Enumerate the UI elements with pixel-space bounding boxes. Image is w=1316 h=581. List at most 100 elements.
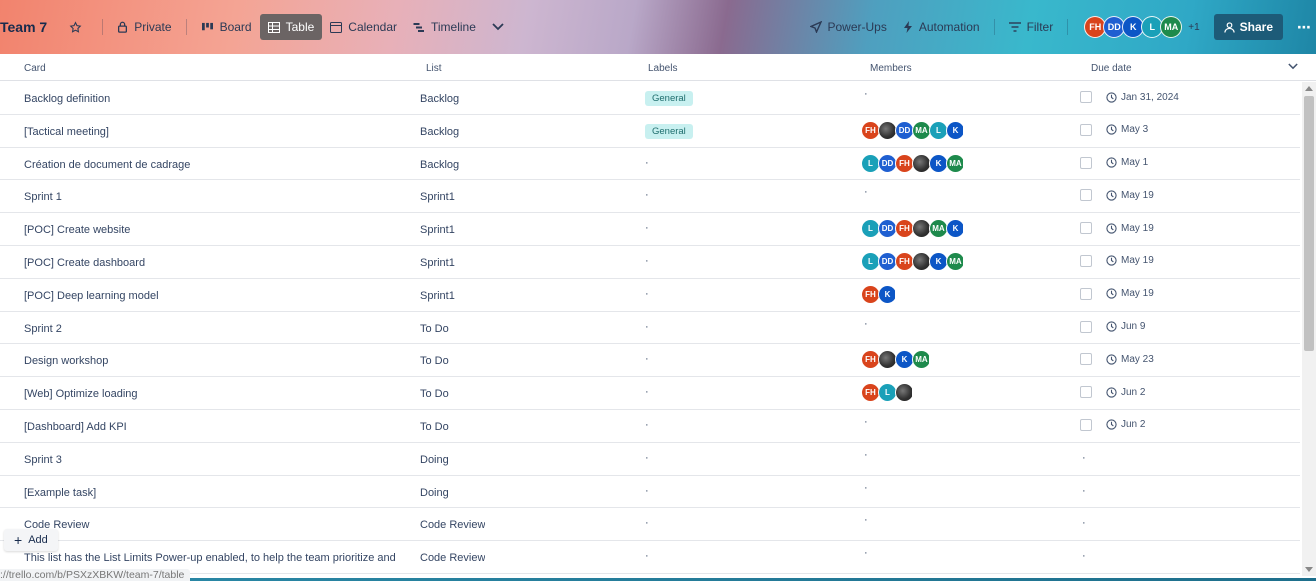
automation-button[interactable]: Automation <box>895 14 988 40</box>
view-board[interactable]: Board <box>193 14 260 40</box>
card-list[interactable]: Doing <box>420 487 449 499</box>
view-table[interactable]: Table <box>259 14 323 40</box>
card-members[interactable]: L DD FH MA K <box>861 219 963 239</box>
empty-members[interactable]: · <box>864 318 868 330</box>
table-row[interactable]: [POC] Create website Sprint1 · L DD FH MA K May … <box>0 213 1300 246</box>
card-list[interactable]: Code Review <box>420 552 485 564</box>
column-card[interactable]: Card <box>24 63 46 74</box>
card-list[interactable]: Backlog <box>420 159 459 171</box>
due-complete-checkbox[interactable] <box>1080 320 1092 333</box>
card-title[interactable]: [Web] Optimize loading <box>24 388 406 400</box>
empty-members[interactable]: · <box>864 514 868 526</box>
table-row[interactable]: Création de document de cadrage Backlog · L… <box>0 148 1300 181</box>
card-title[interactable]: Design workshop <box>24 355 406 367</box>
view-timeline[interactable]: Timeline <box>405 14 484 40</box>
empty-labels[interactable]: · <box>645 288 649 300</box>
due-date[interactable]: May 3 <box>1080 123 1148 136</box>
avatar[interactable]: K <box>878 284 895 304</box>
empty-members[interactable]: · <box>864 88 868 100</box>
label-badge[interactable]: General <box>645 123 693 139</box>
scroll-down-arrow[interactable] <box>1305 567 1313 572</box>
table-row[interactable]: [POC] Deep learning model Sprint1 · FH K May … <box>0 279 1300 312</box>
table-row[interactable]: This list has the List Limits Power-up e… <box>0 541 1300 574</box>
due-complete-checkbox[interactable] <box>1080 91 1092 103</box>
column-labels[interactable]: Labels <box>648 63 677 74</box>
due-complete-checkbox[interactable] <box>1080 222 1092 235</box>
board-title[interactable]: Team 7 <box>0 14 61 40</box>
card-list[interactable]: To Do <box>420 323 449 335</box>
vertical-scrollbar[interactable] <box>1302 82 1316 576</box>
card-list[interactable]: Backlog <box>420 126 459 138</box>
empty-due-date[interactable]: · <box>1082 452 1086 464</box>
card-title[interactable]: [POC] Deep learning model <box>24 290 406 302</box>
due-date[interactable]: May 1 <box>1080 156 1148 169</box>
power-ups-button[interactable]: Power-Ups <box>802 14 895 40</box>
table-row[interactable]: [Tactical meeting] Backlog General FH DD MA L K… <box>0 115 1300 148</box>
empty-labels[interactable]: · <box>645 419 649 431</box>
due-complete-checkbox[interactable] <box>1080 156 1092 169</box>
due-complete-checkbox[interactable] <box>1080 353 1092 366</box>
add-card-button[interactable]: + Add <box>4 529 58 551</box>
card-title[interactable]: This list has the List Limits Power-up e… <box>24 552 406 564</box>
table-row[interactable]: Sprint 2 To Do · · Jun 9 <box>0 312 1300 345</box>
due-date[interactable]: May 19 <box>1080 287 1154 300</box>
avatar[interactable]: K <box>946 219 963 239</box>
columns-menu-button[interactable] <box>1288 62 1298 73</box>
card-members[interactable]: FH DD MA L K <box>861 120 963 140</box>
empty-members[interactable]: · <box>864 186 868 198</box>
extra-members-count[interactable]: +1 <box>1188 22 1199 33</box>
due-date[interactable]: Jun 9 <box>1080 320 1145 333</box>
empty-labels[interactable]: · <box>645 485 649 497</box>
card-list[interactable]: Sprint1 <box>420 257 455 269</box>
card-members[interactable]: FH K MA <box>861 350 929 370</box>
empty-labels[interactable]: · <box>645 550 649 562</box>
card-members[interactable]: FH L <box>861 383 912 403</box>
empty-labels[interactable]: · <box>645 321 649 333</box>
card-labels[interactable]: General <box>645 91 693 106</box>
card-list[interactable]: Sprint1 <box>420 224 455 236</box>
view-calendar[interactable]: Calendar <box>322 14 405 40</box>
table-row[interactable]: [Example task] Doing · · · <box>0 476 1300 509</box>
share-button[interactable]: Share <box>1213 14 1283 40</box>
filter-button[interactable]: Filter <box>1001 14 1062 40</box>
empty-members[interactable]: · <box>864 416 868 428</box>
table-row[interactable]: [Dashboard] Add KPI To Do · · Jun 2 <box>0 410 1300 443</box>
board-menu-button[interactable]: ⋯ <box>1297 19 1312 36</box>
avatar[interactable]: MA <box>946 153 963 173</box>
card-list[interactable]: Sprint1 <box>420 290 455 302</box>
board-members[interactable]: FH DD K L MA +1 <box>1084 16 1200 38</box>
table-row[interactable]: [POC] Create dashboard Sprint1 · L DD FH K MA Ma… <box>0 246 1300 279</box>
card-title[interactable]: Sprint 3 <box>24 454 406 466</box>
table-row[interactable]: Sprint 1 Sprint1 · · May 19 <box>0 180 1300 214</box>
column-members[interactable]: Members <box>870 63 912 74</box>
card-title[interactable]: Création de document de cadrage <box>24 159 406 171</box>
due-date[interactable]: Jun 2 <box>1080 418 1145 431</box>
table-row[interactable]: Sprint 3 Doing · · · <box>0 443 1300 476</box>
card-members[interactable]: L DD FH K MA <box>861 251 963 271</box>
avatar[interactable]: MA <box>912 350 929 370</box>
table-row[interactable]: Backlog definition Backlog General · Jan 31,… <box>0 82 1300 115</box>
empty-labels[interactable]: · <box>645 386 649 398</box>
column-due-date[interactable]: Due date <box>1091 63 1132 74</box>
due-complete-checkbox[interactable] <box>1080 386 1092 399</box>
empty-members[interactable]: · <box>864 547 868 559</box>
table-row[interactable]: [Web] Optimize loading To Do · FH L Jun 2 <box>0 377 1300 410</box>
card-list[interactable]: To Do <box>420 421 449 433</box>
empty-due-date[interactable]: · <box>1082 550 1086 562</box>
card-title[interactable]: [POC] Create website <box>24 224 406 236</box>
empty-labels[interactable]: · <box>645 353 649 365</box>
empty-members[interactable]: · <box>864 449 868 461</box>
empty-labels[interactable]: · <box>645 157 649 169</box>
empty-labels[interactable]: · <box>645 189 649 201</box>
card-title[interactable]: [Example task] <box>24 487 406 499</box>
empty-labels[interactable]: · <box>645 517 649 529</box>
empty-members[interactable]: · <box>864 482 868 494</box>
column-list[interactable]: List <box>426 63 442 74</box>
visibility-button[interactable]: Private <box>109 14 179 40</box>
avatar[interactable]: MA <box>946 251 963 271</box>
more-views-button[interactable] <box>484 14 518 40</box>
card-list[interactable]: Sprint1 <box>420 191 455 203</box>
due-date[interactable]: May 19 <box>1080 254 1154 267</box>
due-complete-checkbox[interactable] <box>1080 189 1092 202</box>
label-badge[interactable]: General <box>645 91 693 106</box>
